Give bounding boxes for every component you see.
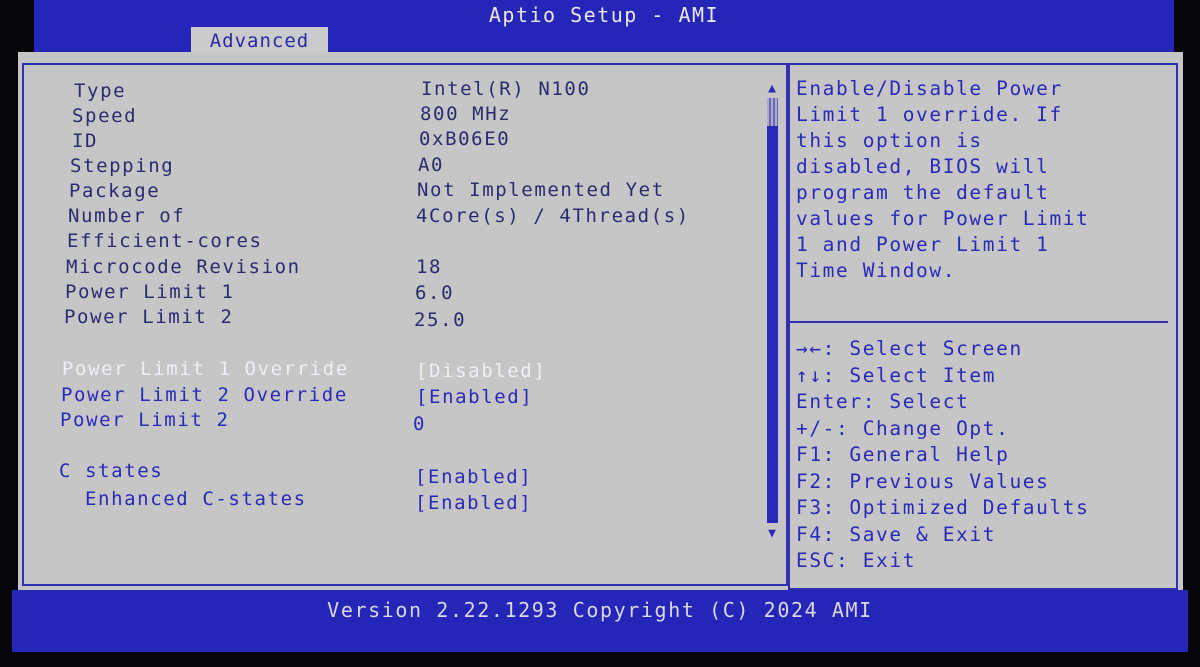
info-label-microcode: Microcode Revision: [66, 256, 301, 278]
info-label-number-of: Number of: [68, 205, 186, 227]
info-value-microcode: 18: [416, 256, 443, 278]
option-value-power-limit-2-override[interactable]: [Enabled]: [416, 386, 533, 410]
info-value-stepping: A0: [418, 154, 445, 176]
help-text: Enable/Disable Power Limit 1 override. I…: [796, 76, 1168, 284]
info-value-type: Intel(R) N100: [421, 78, 591, 100]
tab-advanced[interactable]: Advanced: [191, 27, 328, 53]
key-previous-values: F2: Previous Values: [796, 469, 1050, 493]
key-enter-select: Enter: Select: [796, 390, 970, 413]
info-label-package: Package: [69, 180, 161, 202]
scrollbar-thumb[interactable]: [767, 98, 778, 126]
help-line: 1 and Power Limit 1: [796, 233, 1050, 256]
info-label-power-limit-2: Power Limit 2: [64, 306, 234, 328]
info-value-package: Not Implemented Yet: [417, 179, 665, 201]
title-bar: Aptio Setup - AMI Advanced: [34, 0, 1174, 53]
key-select-item: ↑↓: Select Item: [796, 363, 997, 387]
option-enhanced-c-states[interactable]: Enhanced C-states: [85, 488, 307, 512]
info-value-power-limit-1: 6.0: [415, 282, 455, 304]
option-power-limit-2[interactable]: Power Limit 2: [60, 409, 230, 433]
option-power-limit-2-override[interactable]: Power Limit 2 Override: [61, 384, 348, 408]
key-select-screen: →←: Select Screen: [796, 337, 1023, 360]
bios-screen: Aptio Setup - AMI Advanced Type Intel(R)…: [0, 0, 1200, 667]
key-legend: →←: Select Screen ↑↓: Select Item Enter:…: [796, 336, 1168, 575]
footer-bar: Version 2.22.1293 Copyright (C) 2024 AMI: [12, 590, 1188, 652]
option-value-c-states[interactable]: [Enabled]: [415, 466, 532, 490]
info-value-id: 0xB06E0: [419, 128, 511, 150]
info-value-speed: 800 MHz: [420, 103, 512, 125]
scrollbar-track[interactable]: [767, 98, 778, 523]
key-general-help: F1: General Help: [796, 443, 1010, 466]
option-value-power-limit-2[interactable]: 0: [413, 413, 426, 437]
version-text: Version 2.22.1293 Copyright (C) 2024 AMI: [327, 598, 873, 622]
help-separator: [790, 321, 1168, 323]
help-line: disabled, BIOS will: [796, 155, 1050, 178]
info-label-stepping: Stepping: [70, 155, 175, 177]
scroll-up-arrow-icon[interactable]: ▲: [765, 82, 779, 96]
info-label-power-limit-1: Power Limit 1: [65, 281, 235, 303]
key-esc-exit: ESC: Exit: [796, 549, 917, 572]
help-line: values for Power Limit: [796, 207, 1090, 230]
help-line: this option is: [796, 129, 983, 152]
option-value-power-limit-1-override[interactable]: [Disabled]: [416, 360, 546, 384]
info-label-speed: Speed: [72, 105, 138, 127]
info-label-id: ID: [72, 130, 99, 152]
info-value-power-limit-2: 25.0: [414, 309, 467, 331]
option-power-limit-1-override[interactable]: Power Limit 1 Override: [62, 358, 349, 382]
app-title: Aptio Setup - AMI: [488, 3, 720, 27]
scroll-down-arrow-icon[interactable]: ▼: [765, 527, 779, 541]
info-label-efficient-cores: Efficient-cores: [67, 230, 263, 252]
key-change-opt: +/-: Change Opt.: [796, 416, 1010, 440]
help-line: Time Window.: [796, 259, 957, 282]
help-line: program the default: [796, 181, 1050, 204]
option-value-enhanced-c-states[interactable]: [Enabled]: [415, 492, 532, 516]
info-value-cores: 4Core(s) / 4Thread(s): [416, 205, 690, 227]
option-c-states[interactable]: C states: [59, 460, 163, 484]
info-label-type: Type: [74, 80, 127, 102]
help-line: Enable/Disable Power: [796, 77, 1063, 100]
help-line: Limit 1 override. If: [796, 103, 1063, 126]
key-optimized-defaults: F3: Optimized Defaults: [796, 496, 1090, 519]
key-save-exit: F4: Save & Exit: [796, 522, 997, 546]
